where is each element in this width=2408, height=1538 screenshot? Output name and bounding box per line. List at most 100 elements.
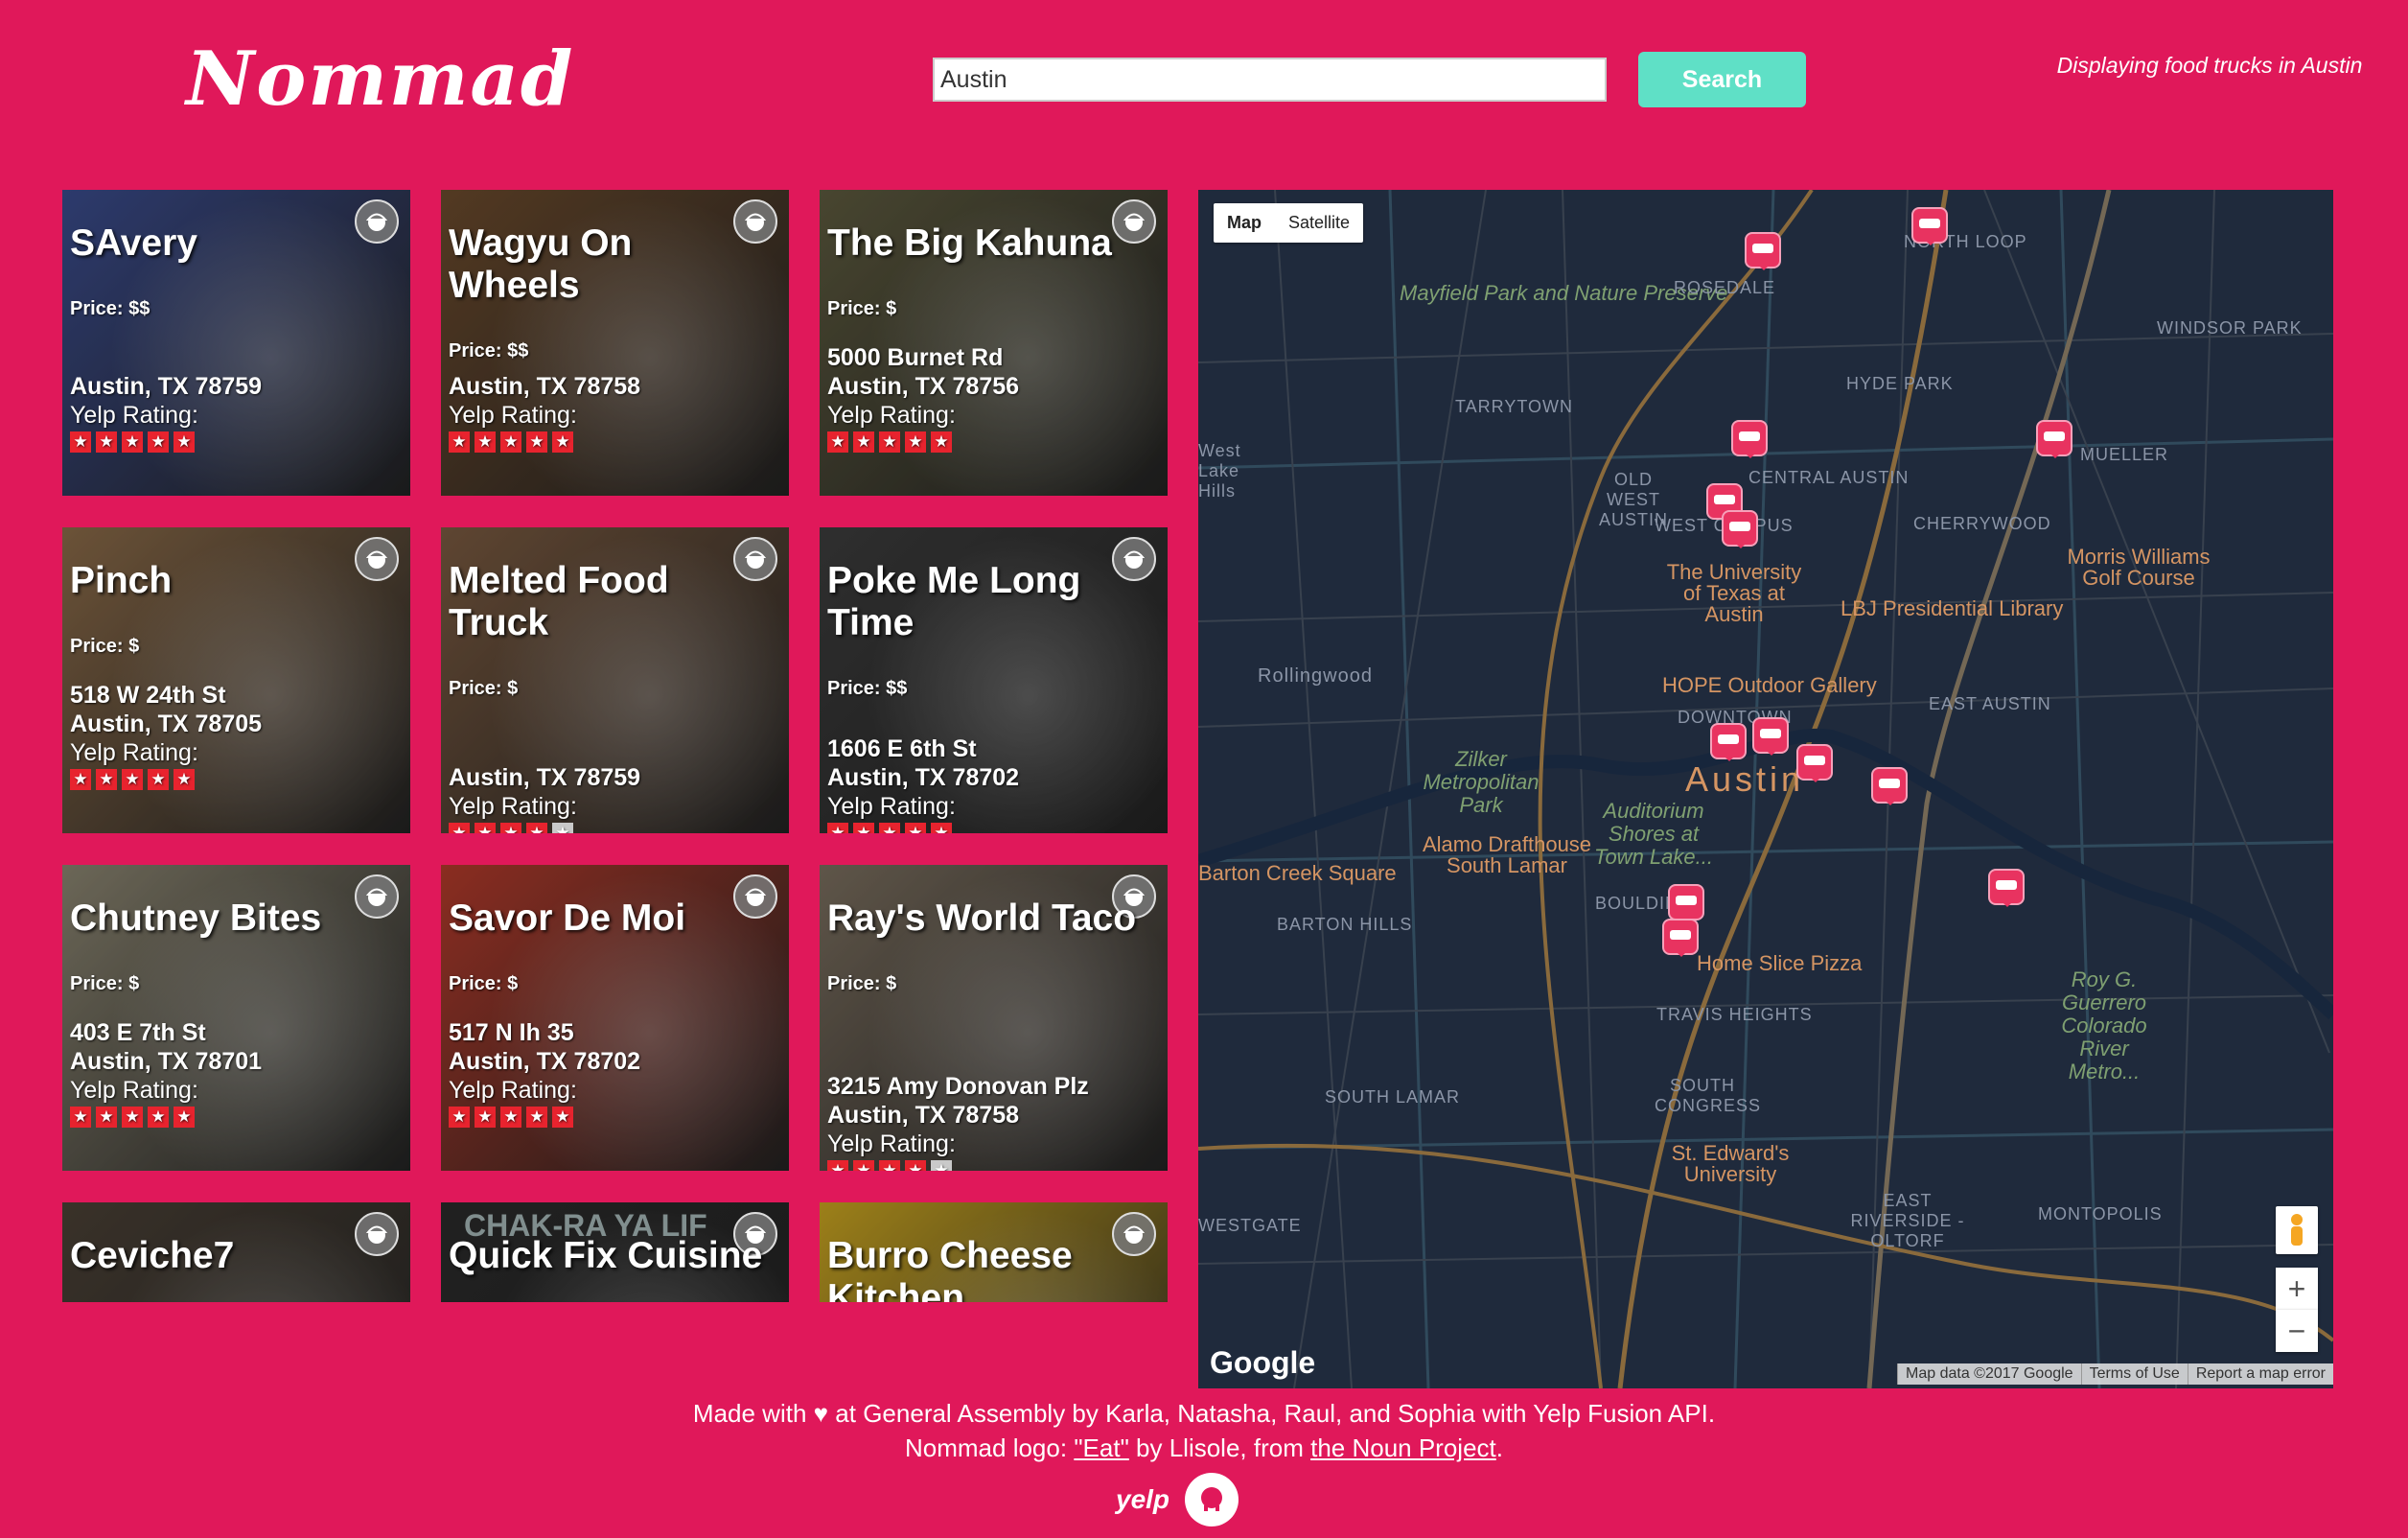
food-truck-marker[interactable]: [1911, 207, 1948, 245]
food-truck-marker[interactable]: [1745, 232, 1781, 270]
terms-of-use-link[interactable]: Terms of Use: [2080, 1363, 2188, 1385]
card-details: 518 W 24th St Austin, TX 78705 Yelp Rating…: [70, 681, 396, 790]
zoom-out-button[interactable]: −: [2276, 1310, 2318, 1352]
rating-star-icon: ★: [853, 823, 874, 833]
rating-star-icon: ★: [122, 1107, 143, 1128]
map-attribution: Map data ©2017 Google Terms of Use Repor…: [1897, 1363, 2333, 1385]
park-label: Zilker Metropolitan Park: [1423, 747, 1540, 817]
food-truck-marker[interactable]: [1752, 717, 1789, 756]
food-truck-marker[interactable]: [1988, 869, 2025, 907]
neighborhood-label: MONTOPOLIS: [2038, 1204, 2163, 1223]
github-icon[interactable]: [1185, 1473, 1239, 1526]
rating-label: Yelp Rating:: [70, 402, 198, 429]
rating-star-icon: ★: [552, 431, 573, 453]
food-truck-card[interactable]: Ceviche7: [62, 1202, 410, 1302]
map[interactable]: Map Satellite Mayfield Park and Nature P…: [1198, 190, 2333, 1388]
food-truck-marker[interactable]: [1796, 744, 1833, 782]
eat-link[interactable]: "Eat": [1074, 1433, 1128, 1462]
food-truck-card[interactable]: SAvery Price: $$ Austin, TX 78759 Yelp Rati…: [62, 190, 410, 496]
card-price: Price: $: [449, 973, 519, 994]
poi-label[interactable]: HOPE Outdoor Gallery: [1662, 673, 1877, 698]
food-truck-card[interactable]: Wagyu On Wheels Price: $$ Austin, TX 78758…: [441, 190, 789, 496]
rating-stars: ★ ★ ★ ★ ★: [827, 1160, 1153, 1171]
nommad-logo[interactable]: Nommad: [178, 36, 572, 123]
food-truck-card[interactable]: Melted Food Truck Price: $ Austin, TX 7875…: [441, 527, 789, 833]
food-truck-card[interactable]: Chutney Bites Price: $ 403 E 7th St Austin,…: [62, 865, 410, 1171]
rating-star-icon: ★: [905, 823, 926, 833]
card-title: Ceviche7: [70, 1235, 235, 1276]
zoom-in-button[interactable]: +: [2276, 1268, 2318, 1310]
poi-label[interactable]: Alamo Drafthouse South Lamar: [1411, 834, 1603, 876]
neighborhood-label: CHERRYWOOD: [1913, 514, 2051, 533]
food-truck-card[interactable]: Burro Cheese Kitchen: [820, 1202, 1168, 1302]
card-details: Austin, TX 78759 Yelp Rating: ★ ★ ★ ★ ★: [449, 763, 775, 833]
rating-star-icon: ★: [827, 431, 848, 453]
footer: Made with ♥ at General Assembly by Karla…: [0, 1396, 2408, 1465]
card-address-line: 517 N Ih 35: [449, 1019, 574, 1046]
food-truck-marker[interactable]: [1710, 723, 1747, 761]
poi-label[interactable]: Barton Creek Square: [1198, 861, 1397, 886]
card-address-line: Austin, TX 78701: [70, 1048, 263, 1075]
food-truck-card[interactable]: Pinch Price: $ 518 W 24th St Austin, TX 787…: [62, 527, 410, 833]
map-data-credit: Map data ©2017 Google: [1897, 1363, 2081, 1385]
report-map-error-link[interactable]: Report a map error: [2187, 1363, 2333, 1385]
map-type-satellite-button[interactable]: Satellite: [1275, 203, 1363, 243]
city-search-input[interactable]: [933, 58, 1607, 102]
card-details: 5000 Burnet Rd Austin, TX 78756 Yelp Ratin…: [827, 343, 1153, 453]
map-type-map-button[interactable]: Map: [1214, 203, 1275, 243]
street-view-pegman-icon[interactable]: [2276, 1206, 2318, 1254]
food-truck-marker[interactable]: [1871, 767, 1908, 805]
search-button[interactable]: Search: [1638, 52, 1806, 107]
card-address-line: Austin, TX 78759: [70, 373, 263, 400]
food-truck-marker[interactable]: [1722, 510, 1758, 548]
yelp-logo[interactable]: yelp: [1116, 1484, 1169, 1515]
rating-stars: ★ ★ ★ ★ ★: [70, 431, 396, 453]
poi-label[interactable]: LBJ Presidential Library: [1841, 596, 2063, 621]
rating-star-icon: ★: [879, 1160, 900, 1171]
rating-star-icon: ★: [96, 1107, 117, 1128]
rating-star-icon: ★: [96, 431, 117, 453]
food-truck-marker[interactable]: [2036, 420, 2072, 458]
card-address-line: 3215 Amy Donovan Plz: [827, 1073, 1089, 1100]
noun-project-link[interactable]: the Noun Project: [1310, 1433, 1496, 1462]
rating-star-icon: ★: [449, 1107, 470, 1128]
food-truck-card[interactable]: CHAK-RA YA LIF Quick Fix Cuisine: [441, 1202, 789, 1302]
neighborhood-label: WESTGATE: [1198, 1216, 1302, 1235]
card-address-line: 1606 E 6th St: [827, 735, 977, 762]
food-truck-marker[interactable]: [1662, 919, 1699, 957]
poi-label[interactable]: St. Edward's University: [1658, 1143, 1802, 1185]
food-truck-marker[interactable]: [1731, 420, 1768, 458]
card-price: Price: $: [449, 678, 519, 699]
poi-label[interactable]: The University of Texas at Austin: [1662, 562, 1806, 625]
rating-star-icon: ★: [526, 823, 547, 833]
logo-credit-line: Nommad logo: "Eat" by Llisole, from the …: [0, 1431, 2408, 1465]
rating-star-icon: ★: [148, 769, 169, 790]
neighborhood-label: TARRYTOWN: [1455, 397, 1574, 416]
card-details: 3215 Amy Donovan Plz Austin, TX 78758 Yelp…: [827, 1072, 1153, 1171]
card-price: Price: $$: [449, 340, 529, 361]
food-truck-marker[interactable]: [1668, 884, 1704, 922]
card-details: 517 N Ih 35 Austin, TX 78702 Yelp Rating: ★…: [449, 1018, 775, 1128]
rating-star-icon: ★: [475, 1107, 496, 1128]
rating-stars: ★ ★ ★ ★ ★: [449, 823, 775, 833]
poi-label[interactable]: Morris Williams Golf Course: [2048, 547, 2230, 589]
rating-star-icon: ★: [500, 431, 521, 453]
rating-star-icon: ★: [931, 1160, 952, 1171]
food-truck-card[interactable]: Ray's World Taco Price: $ 3215 Amy Donovan…: [820, 865, 1168, 1171]
card-title: Pinch Price: $: [70, 560, 386, 667]
rating-star-icon: ★: [475, 823, 496, 833]
logo-credit-prefix: Nommad logo:: [905, 1433, 1075, 1462]
card-price: Price: $$: [70, 298, 150, 319]
card-address-line: Austin, TX 78758: [827, 1102, 1020, 1129]
rating-star-icon: ★: [449, 431, 470, 453]
food-truck-card[interactable]: Savor De Moi Price: $ 517 N Ih 35 Austin, T…: [441, 865, 789, 1171]
neighborhood-label: BARTON HILLS: [1277, 915, 1413, 934]
neighborhood-label: WINDSOR PARK: [2157, 318, 2303, 338]
poi-label[interactable]: Home Slice Pizza: [1697, 951, 1862, 976]
neighborhood-label: MUELLER: [2080, 445, 2169, 464]
food-truck-card[interactable]: Poke Me Long Time Price: $$ 1606 E 6th St A…: [820, 527, 1168, 833]
rating-star-icon: ★: [174, 769, 195, 790]
rating-stars: ★ ★ ★ ★ ★: [449, 1107, 775, 1128]
food-truck-card[interactable]: The Big Kahuna Price: $ 5000 Burnet Rd Aust…: [820, 190, 1168, 496]
neighborhood-label: EAST AUSTIN: [1929, 694, 2051, 713]
